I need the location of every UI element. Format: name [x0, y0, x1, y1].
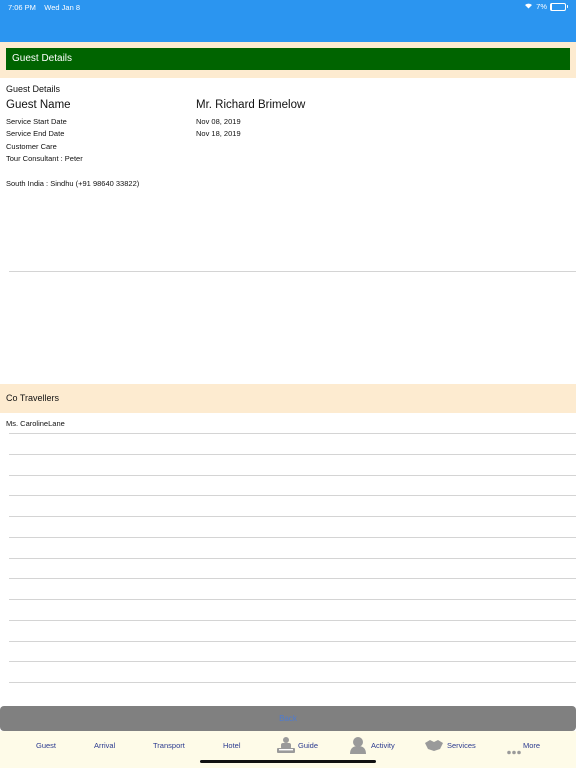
services-icon [424, 738, 444, 757]
co-travellers-header [0, 384, 576, 413]
tab-label: Transport [153, 741, 185, 750]
tab-arrival[interactable]: Arrival [94, 741, 115, 750]
guest-name-label: Guest Name [6, 99, 71, 111]
activity-icon [348, 736, 368, 759]
table-row-divider [9, 433, 576, 434]
service-end-label: Service End Date [6, 129, 65, 138]
table-row-divider [9, 641, 576, 642]
back-button[interactable]: Back [0, 706, 576, 731]
tab-activity[interactable]: Activity [371, 741, 395, 750]
table-row-divider [9, 661, 576, 662]
service-start-value: Nov 08, 2019 [196, 117, 241, 126]
tab-guest[interactable]: Guest [36, 741, 56, 750]
tab-hotel[interactable]: Hotel [223, 741, 241, 750]
home-indicator [200, 760, 376, 763]
status-bar: 7:06 PM Wed Jan 8 7% [0, 0, 576, 42]
table-row-divider [9, 454, 576, 455]
table-row-divider [9, 495, 576, 496]
tab-label: Hotel [223, 741, 241, 750]
tab-label: Guide [298, 741, 319, 750]
table-row-divider [9, 516, 576, 517]
status-time: 7:06 PM [8, 3, 36, 12]
wifi-icon [524, 2, 533, 11]
guest-section-label: Guest Details [6, 84, 61, 94]
table-row-divider [9, 682, 576, 683]
service-end-value: Nov 18, 2019 [196, 129, 241, 138]
tab-label: Activity [371, 741, 395, 750]
table-row-divider [9, 578, 576, 579]
service-start-label: Service Start Date [6, 117, 67, 126]
guide-icon [276, 736, 296, 759]
tab-more[interactable]: More [523, 741, 540, 750]
battery-percent: 7% [536, 2, 547, 11]
more-icon [507, 742, 521, 760]
tab-label: Guest [36, 741, 57, 750]
guest-name-value: Mr. Richard Brimelow [196, 99, 306, 111]
table-row-divider [9, 599, 576, 600]
list-item[interactable]: Ms. CarolineLane [6, 419, 65, 428]
battery-icon [550, 2, 568, 11]
table-row-divider [9, 475, 576, 476]
tour-consultant: Tour Consultant : Peter [6, 154, 83, 163]
divider [9, 271, 576, 272]
tab-label: Arrival [94, 741, 116, 750]
table-row-divider [9, 558, 576, 559]
tab-label: More [523, 741, 541, 750]
table-row-divider [9, 537, 576, 538]
co-travellers-title: Co Travellers [6, 393, 60, 403]
customer-care-label: Customer Care [6, 142, 57, 151]
status-date: Wed Jan 8 [44, 3, 80, 12]
tab-services[interactable]: Services [447, 741, 476, 750]
tab-transport[interactable]: Transport [153, 741, 185, 750]
table-row-divider [9, 620, 576, 621]
tab-guide[interactable]: Guide [298, 741, 318, 750]
contact-info[interactable]: South India : Sindhu (+91 98640 33822) [6, 179, 139, 188]
tab-label: Services [447, 741, 476, 750]
page-title: Guest Details [6, 48, 570, 70]
